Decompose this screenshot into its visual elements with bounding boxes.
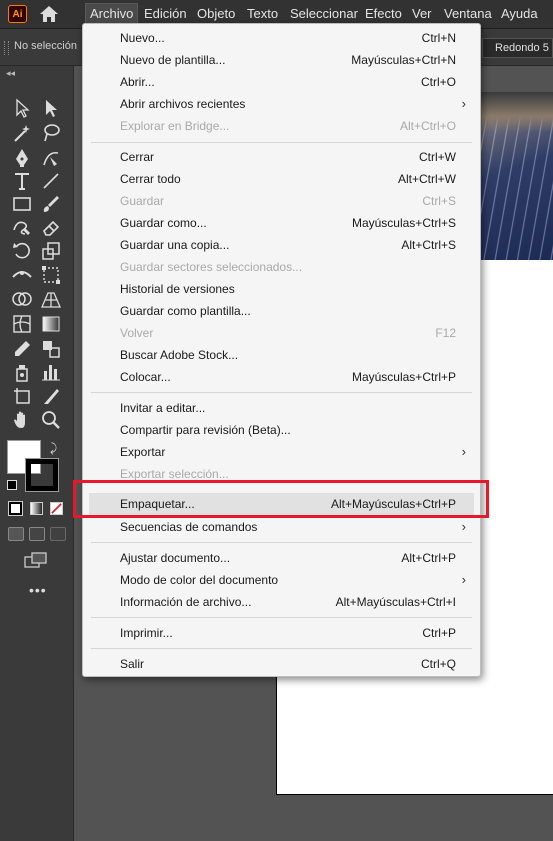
- stroke-color-swatch[interactable]: [25, 458, 59, 492]
- archivo-menu: Nuevo... Ctrl+N Nuevo de plantilla... Ma…: [82, 23, 481, 677]
- menu-item-guardar-plantilla[interactable]: Guardar como plantilla...: [83, 300, 480, 322]
- paintbrush-tool-icon[interactable]: [40, 193, 62, 215]
- free-transform-tool-icon[interactable]: [40, 264, 62, 286]
- selection-tool-icon[interactable]: [11, 97, 33, 119]
- selection-status: No selección: [14, 40, 77, 52]
- default-fill-stroke-icon[interactable]: [7, 480, 17, 490]
- slice-tool-icon[interactable]: [40, 385, 62, 407]
- width-tool-icon[interactable]: [11, 264, 33, 286]
- symbol-sprayer-tool-icon[interactable]: [11, 361, 33, 383]
- menu-separator: [91, 648, 472, 649]
- submenu-arrow-icon: ›: [461, 572, 466, 587]
- menu-item-colocar[interactable]: Colocar... Mayúsculas+Ctrl+P: [83, 366, 480, 388]
- illustrator-logo-icon[interactable]: Ai: [8, 5, 27, 23]
- column-graph-tool-icon[interactable]: [40, 361, 62, 383]
- menu-item-salir[interactable]: Salir Ctrl+Q: [83, 653, 480, 675]
- draw-inside-icon[interactable]: [50, 527, 66, 541]
- menu-item-ajustar-documento[interactable]: Ajustar documento... Alt+Ctrl+P: [83, 547, 480, 569]
- rectangle-tool-icon[interactable]: [11, 193, 33, 215]
- line-segment-tool-icon[interactable]: [40, 170, 62, 192]
- artboard-tool-icon[interactable]: [11, 385, 33, 407]
- mesh-tool-icon[interactable]: [11, 313, 33, 335]
- menu-item-cerrar[interactable]: Cerrar Ctrl+W: [83, 146, 480, 168]
- eraser-tool-icon[interactable]: [40, 216, 62, 238]
- control-bar-grip[interactable]: [4, 41, 9, 55]
- submenu-arrow-icon: ›: [461, 444, 466, 459]
- menu-item-cerrar-todo[interactable]: Cerrar todo Alt+Ctrl+W: [83, 168, 480, 190]
- blend-tool-icon[interactable]: [40, 338, 62, 360]
- perspective-grid-tool-icon[interactable]: [40, 289, 62, 311]
- menu-item-secuencias-comandos[interactable]: Secuencias de comandos ›: [83, 516, 480, 538]
- curvature-tool-icon[interactable]: [40, 147, 62, 169]
- brush-preset-dropdown[interactable]: Redondo 5 ...: [482, 38, 553, 58]
- menu-item-volver[interactable]: Volver F12: [83, 322, 480, 344]
- menu-item-guardar[interactable]: Guardar Ctrl+S: [83, 190, 480, 212]
- menu-item-empaquetar[interactable]: Empaquetar... Alt+Mayúsculas+Ctrl+P: [89, 493, 474, 515]
- scale-tool-icon[interactable]: [40, 240, 62, 262]
- menu-item-guardar-copia[interactable]: Guardar una copia... Alt+Ctrl+S: [83, 234, 480, 256]
- menu-separator: [91, 392, 472, 393]
- hand-tool-icon[interactable]: [11, 409, 33, 431]
- home-icon[interactable]: [38, 5, 60, 23]
- menu-item-abrir[interactable]: Abrir... Ctrl+O: [83, 71, 480, 93]
- screen-mode-icon[interactable]: [24, 552, 48, 568]
- edit-toolbar-icon[interactable]: •••: [29, 582, 47, 598]
- none-mode-icon[interactable]: [50, 502, 63, 515]
- menu-item-nuevo-de-plantilla[interactable]: Nuevo de plantilla... Mayúsculas+Ctrl+N: [83, 49, 480, 71]
- menu-ayuda[interactable]: Ayuda: [501, 0, 538, 28]
- menu-item-informacion-archivo[interactable]: Información de archivo... Alt+Mayúsculas…: [83, 591, 480, 613]
- type-tool-icon[interactable]: [11, 170, 33, 192]
- submenu-arrow-icon: ›: [461, 519, 466, 534]
- menu-item-nuevo[interactable]: Nuevo... Ctrl+N: [83, 27, 480, 49]
- draw-normal-icon[interactable]: [8, 527, 24, 541]
- shaper-tool-icon[interactable]: [11, 216, 33, 238]
- eyedropper-tool-icon[interactable]: [11, 338, 33, 360]
- menu-item-modo-color[interactable]: Modo de color del documento ›: [83, 569, 480, 591]
- submenu-arrow-icon: ›: [461, 96, 466, 111]
- solar-panel-image[interactable]: [481, 92, 553, 260]
- menu-separator: [91, 617, 472, 618]
- direct-selection-tool-icon[interactable]: [40, 97, 62, 119]
- menu-archivo[interactable]: Archivo: [85, 3, 139, 25]
- collapse-panel-icon[interactable]: ◂◂: [6, 68, 15, 79]
- swap-fill-stroke-icon[interactable]: ⤸: [50, 441, 57, 456]
- magic-wand-tool-icon[interactable]: [11, 122, 33, 144]
- zoom-tool-icon[interactable]: [40, 409, 62, 431]
- menu-item-invitar-editar[interactable]: Invitar a editar...: [83, 397, 480, 419]
- menu-separator: [91, 542, 472, 543]
- menu-item-guardar-sectores[interactable]: Guardar sectores seleccionados...: [83, 256, 480, 278]
- lasso-tool-icon[interactable]: [40, 122, 62, 144]
- gradient-mode-icon[interactable]: [30, 502, 43, 515]
- menu-separator: [91, 142, 472, 143]
- color-mode-icon[interactable]: [8, 501, 23, 516]
- menu-item-exportar[interactable]: Exportar ›: [83, 441, 480, 463]
- menu-item-exportar-seleccion[interactable]: Exportar selección...: [83, 463, 480, 485]
- rotate-tool-icon[interactable]: [11, 240, 33, 262]
- menu-item-compartir-revision[interactable]: Compartir para revisión (Beta)...: [83, 419, 480, 441]
- shape-builder-tool-icon[interactable]: [11, 289, 33, 311]
- draw-behind-icon[interactable]: [29, 527, 45, 541]
- menu-item-historial-versiones[interactable]: Historial de versiones: [83, 278, 480, 300]
- menu-item-explorar-bridge[interactable]: Explorar en Bridge... Alt+Ctrl+O: [83, 115, 480, 137]
- gradient-tool-icon[interactable]: [40, 313, 62, 335]
- menu-item-imprimir[interactable]: Imprimir... Ctrl+P: [83, 622, 480, 644]
- menu-item-buscar-adobe-stock[interactable]: Buscar Adobe Stock...: [83, 344, 480, 366]
- menu-item-guardar-como[interactable]: Guardar como... Mayúsculas+Ctrl+S: [83, 212, 480, 234]
- menu-item-abrir-recientes[interactable]: Abrir archivos recientes ›: [83, 93, 480, 115]
- pen-tool-icon[interactable]: [11, 147, 33, 169]
